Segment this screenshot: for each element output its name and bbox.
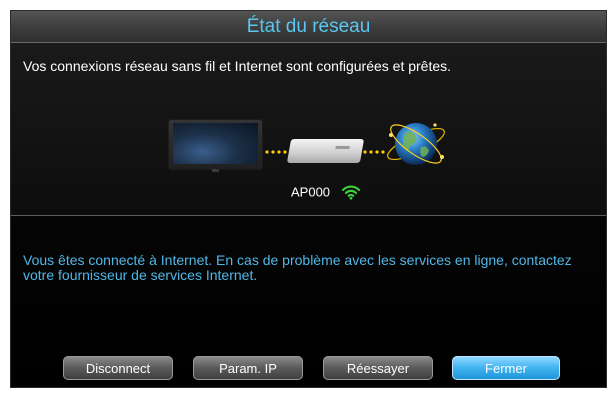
- tv-router-link: [264, 150, 288, 154]
- dialog-title: État du réseau: [246, 16, 371, 37]
- network-status-dialog: État du réseau Vos connexions réseau san…: [10, 10, 607, 388]
- disconnect-button[interactable]: Disconnect: [63, 356, 173, 380]
- wifi-signal-icon: [341, 185, 360, 200]
- close-button[interactable]: Fermer: [452, 356, 560, 380]
- info-panel: Vous êtes connecté à Internet. En cas de…: [11, 216, 606, 387]
- access-point-name: AP000: [291, 184, 331, 200]
- access-point-row: AP000: [291, 183, 361, 203]
- globe-icon: [387, 123, 445, 165]
- retry-button[interactable]: Réessayer: [323, 356, 433, 380]
- title-bar: État du réseau: [11, 11, 606, 43]
- ip-settings-button[interactable]: Param. IP: [193, 356, 303, 380]
- network-diagram: AP000: [11, 103, 606, 213]
- status-message: Vos connexions réseau sans fil et Intern…: [23, 58, 452, 74]
- tv-icon: [169, 120, 262, 172]
- router-icon: [286, 139, 365, 163]
- info-message: Vous êtes connecté à Internet. En cas de…: [23, 252, 572, 283]
- status-panel: Vos connexions réseau sans fil et Intern…: [11, 43, 606, 215]
